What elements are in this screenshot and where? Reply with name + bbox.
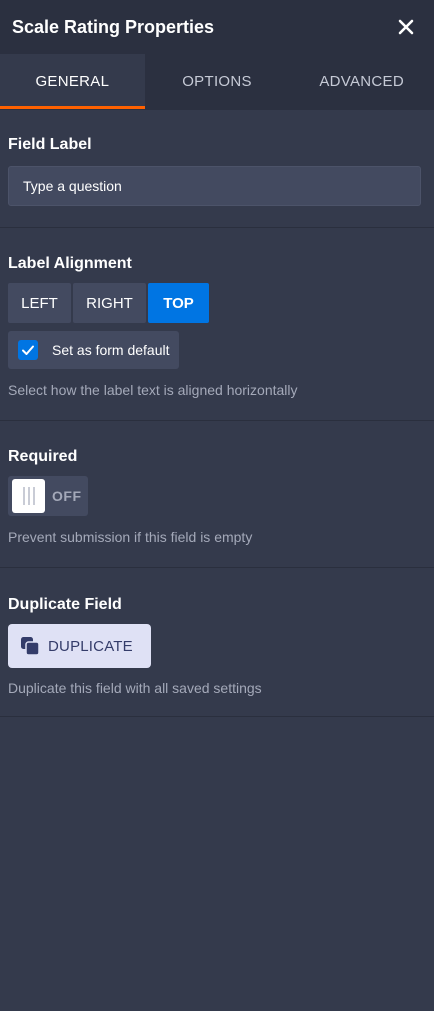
field-label-section: Field Label [0,110,434,228]
align-top-button[interactable]: TOP [148,283,209,323]
duplicate-icon [21,637,40,656]
duplicate-button[interactable]: DUPLICATE [8,624,151,668]
required-section: Required OFF Prevent submission if this … [0,421,434,568]
alignment-helper-text: Select how the label text is aligned hor… [8,382,298,398]
label-alignment-title: Label Alignment [8,255,132,272]
duplicate-section: Duplicate Field DUPLICATE Duplicate this… [0,568,434,717]
label-alignment-section: Label Alignment LEFT RIGHT TOP Set as fo… [0,228,434,421]
alignment-button-group: LEFT RIGHT TOP [8,283,426,323]
align-left-button[interactable]: LEFT [8,283,71,323]
panel-header: Scale Rating Properties [0,0,434,54]
form-default-checkbox[interactable]: Set as form default [8,331,179,369]
required-toggle[interactable]: OFF [8,476,88,516]
toggle-state-text: OFF [52,488,82,504]
field-label-input[interactable] [8,166,421,206]
tab-general[interactable]: GENERAL [0,54,145,109]
required-title: Required [8,448,78,465]
checkbox-checked-icon [18,340,38,360]
tab-bar: GENERAL OPTIONS ADVANCED [0,54,434,110]
field-label-title: Field Label [8,136,92,153]
duplicate-button-label: DUPLICATE [48,637,133,655]
align-right-button[interactable]: RIGHT [73,283,146,323]
panel-title: Scale Rating Properties [12,16,215,37]
form-default-label: Set as form default [52,342,170,358]
tab-options[interactable]: OPTIONS [145,54,290,109]
required-helper-text: Prevent submission if this field is empt… [8,529,253,545]
close-icon [398,19,414,35]
duplicate-helper-text: Duplicate this field with all saved sett… [8,680,262,696]
duplicate-title: Duplicate Field [8,596,122,613]
close-button[interactable] [394,15,418,39]
toggle-handle [12,479,45,513]
tab-advanced[interactable]: ADVANCED [289,54,434,109]
